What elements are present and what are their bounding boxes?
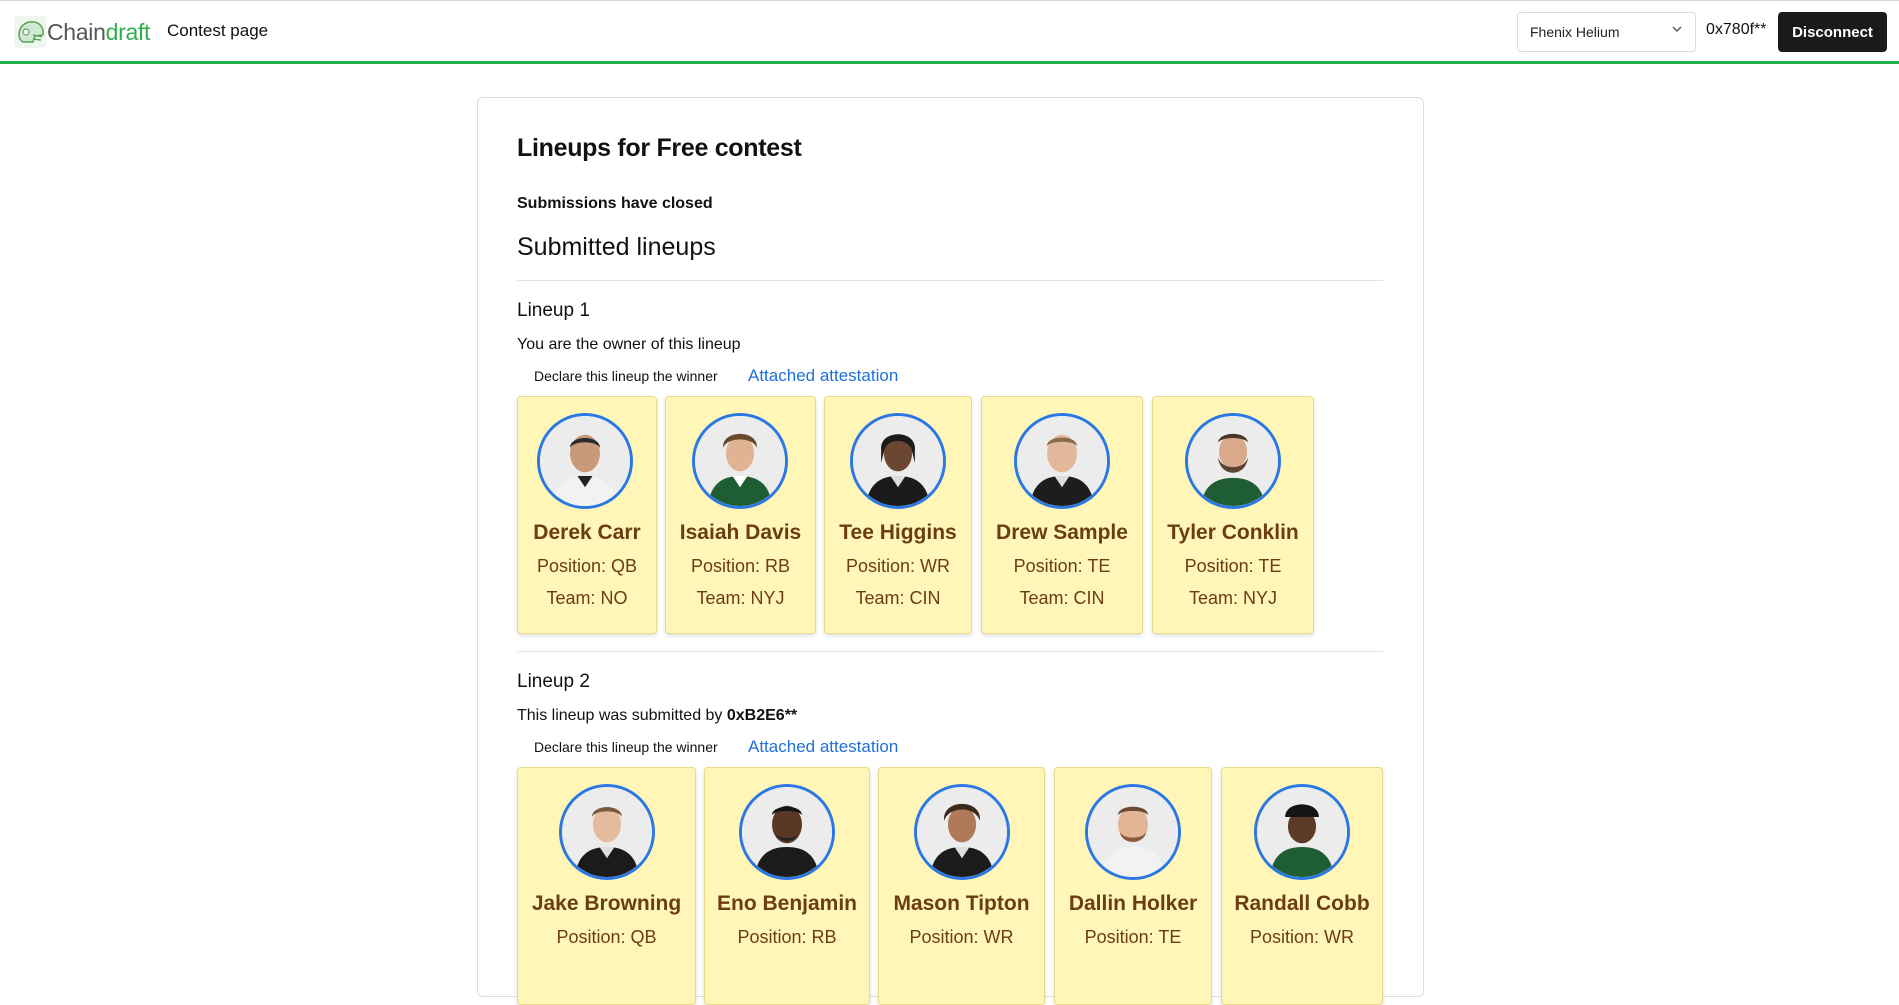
brand-name: Chaindraft bbox=[47, 19, 150, 46]
submitter-address: 0xB2E6** bbox=[726, 707, 798, 724]
declare-winner-button[interactable]: Declare this lineup the winner bbox=[534, 368, 718, 384]
player-card: Derek Carr Position: QB Team: NO bbox=[517, 396, 657, 634]
player-card: Randall Cobb Position: WR bbox=[1221, 767, 1383, 1005]
brand-name-part1: Chain bbox=[47, 18, 106, 45]
submission-status: Submissions have closed bbox=[517, 195, 713, 212]
player-team: Team: NO bbox=[546, 588, 628, 608]
player-avatar bbox=[1014, 413, 1110, 509]
player-team: Team: CIN bbox=[1019, 588, 1105, 608]
top-navbar: Chaindraft Contest page Fhenix Helium 0x… bbox=[0, 0, 1899, 64]
player-position: Position: WR bbox=[1249, 927, 1355, 947]
player-position: Position: TE bbox=[1084, 927, 1182, 947]
player-position: Position: TE bbox=[1184, 556, 1282, 576]
player-avatar bbox=[1085, 784, 1181, 880]
player-avatar bbox=[1254, 784, 1350, 880]
player-position: Position: QB bbox=[556, 927, 657, 947]
player-name: Dallin Holker bbox=[1068, 892, 1198, 915]
player-card: Dallin Holker Position: TE bbox=[1054, 767, 1212, 1005]
player-avatar bbox=[559, 784, 655, 880]
submitted-by-prefix: This lineup was submitted by bbox=[517, 707, 727, 724]
network-select[interactable]: Fhenix Helium bbox=[1517, 12, 1696, 52]
player-name: Isaiah Davis bbox=[679, 521, 802, 544]
wallet-address: 0x780f** bbox=[1706, 21, 1767, 38]
attestation-link[interactable]: Attached attestation bbox=[748, 737, 898, 757]
player-position: Position: RB bbox=[737, 927, 837, 947]
lineup-owner-text: You are the owner of this lineup bbox=[517, 336, 741, 353]
brand-logo-link[interactable]: Chaindraft bbox=[13, 15, 150, 49]
lineup-submitter-text: This lineup was submitted by 0xB2E6** bbox=[517, 707, 797, 725]
player-card: Eno Benjamin Position: RB bbox=[704, 767, 870, 1005]
football-helmet-icon bbox=[14, 16, 46, 48]
network-select-value: Fhenix Helium bbox=[1530, 24, 1620, 40]
player-team: Team: CIN bbox=[855, 588, 941, 608]
player-avatar bbox=[1185, 413, 1281, 509]
player-position: Position: WR bbox=[909, 927, 1014, 947]
player-position: Position: TE bbox=[1013, 556, 1111, 576]
player-position: Position: RB bbox=[690, 556, 791, 576]
player-avatar bbox=[739, 784, 835, 880]
player-name: Tyler Conklin bbox=[1167, 521, 1299, 544]
player-card: Drew Sample Position: TE Team: CIN bbox=[981, 396, 1143, 634]
brand-name-part2: draft bbox=[105, 18, 151, 45]
player-name: Derek Carr bbox=[533, 521, 641, 544]
player-name: Eno Benjamin bbox=[716, 892, 858, 915]
player-name: Tee Higgins bbox=[839, 521, 957, 544]
player-name: Randall Cobb bbox=[1234, 892, 1370, 915]
player-team: Team: NYJ bbox=[696, 588, 785, 608]
player-name: Jake Browning bbox=[531, 892, 682, 915]
player-card: Jake Browning Position: QB bbox=[517, 767, 696, 1005]
chevron-down-icon bbox=[1672, 26, 1682, 32]
player-avatar bbox=[537, 413, 633, 509]
lineup-title: Lineup 1 bbox=[517, 300, 590, 321]
player-card: Tee Higgins Position: WR Team: CIN bbox=[824, 396, 972, 634]
page-title: Contest page bbox=[167, 21, 269, 40]
declare-winner-button[interactable]: Declare this lineup the winner bbox=[534, 739, 718, 755]
player-team: Team: NYJ bbox=[1188, 588, 1278, 608]
player-name: Mason Tipton bbox=[893, 892, 1030, 915]
submitted-lineups-heading: Submitted lineups bbox=[517, 233, 716, 261]
player-position: Position: QB bbox=[536, 556, 638, 576]
divider bbox=[517, 651, 1383, 652]
contest-title: Lineups for Free contest bbox=[517, 134, 802, 162]
player-card: Tyler Conklin Position: TE Team: NYJ bbox=[1152, 396, 1314, 634]
attestation-link[interactable]: Attached attestation bbox=[748, 366, 898, 386]
player-position: Position: WR bbox=[845, 556, 951, 576]
player-avatar bbox=[914, 784, 1010, 880]
lineup-title: Lineup 2 bbox=[517, 671, 590, 692]
player-avatar bbox=[692, 413, 788, 509]
divider bbox=[517, 280, 1383, 281]
player-name: Drew Sample bbox=[996, 521, 1128, 544]
player-card: Isaiah Davis Position: RB Team: NYJ bbox=[665, 396, 816, 634]
disconnect-button[interactable]: Disconnect bbox=[1778, 12, 1887, 52]
player-card: Mason Tipton Position: WR bbox=[878, 767, 1045, 1005]
player-avatar bbox=[850, 413, 946, 509]
